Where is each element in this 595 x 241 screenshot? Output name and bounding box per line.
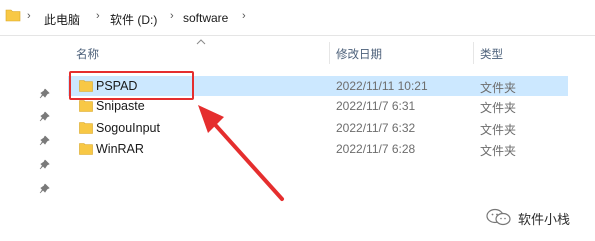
file-row-sogouinput[interactable]: SogouInput 2022/11/7 6:32 文件夹 — [68, 118, 568, 138]
folder-icon — [79, 100, 93, 112]
file-date: 2022/11/7 6:31 — [336, 99, 416, 113]
file-date: 2022/11/7 6:28 — [336, 142, 416, 156]
column-header-type[interactable]: 类型 — [480, 46, 503, 62]
pin-icon[interactable] — [38, 183, 52, 197]
file-name: WinRAR — [96, 142, 144, 156]
watermark-text: 软件小栈 — [518, 212, 571, 227]
chevron-right-icon[interactable]: › — [96, 10, 100, 22]
file-type: 文件夹 — [480, 123, 517, 137]
annotation-arrow — [198, 105, 284, 201]
address-bar[interactable]: › 此电脑 › 软件 (D:) › software › — [0, 0, 595, 36]
breadcrumb-item-software[interactable]: software — [183, 11, 228, 25]
column-divider[interactable] — [473, 42, 474, 64]
column-header-name[interactable]: 名称 — [76, 46, 99, 62]
folder-icon — [79, 143, 93, 155]
file-type: 文件夹 — [480, 81, 517, 95]
file-name: Snipaste — [96, 99, 145, 113]
wechat-icon — [486, 208, 511, 226]
folder-icon — [5, 9, 21, 22]
file-row-winrar[interactable]: WinRAR 2022/11/7 6:28 文件夹 — [68, 139, 568, 159]
chevron-right-icon[interactable]: › — [170, 10, 174, 22]
pin-icon[interactable] — [38, 111, 52, 125]
column-divider[interactable] — [329, 42, 330, 64]
breadcrumb-item-this-pc[interactable]: 此电脑 — [44, 11, 80, 28]
file-date: 2022/11/7 6:32 — [336, 121, 416, 135]
column-header-date[interactable]: 修改日期 — [336, 46, 382, 62]
breadcrumb-item-drive[interactable]: 软件 (D:) — [110, 11, 157, 28]
file-type: 文件夹 — [480, 144, 517, 158]
file-name: SogouInput — [96, 121, 160, 135]
pin-icon[interactable] — [38, 88, 52, 102]
sort-up-icon — [196, 39, 206, 45]
pin-icon[interactable] — [38, 159, 52, 173]
pin-icon[interactable] — [38, 135, 52, 149]
file-date: 2022/11/11 10:21 — [336, 79, 428, 93]
highlight-box — [69, 71, 194, 100]
chevron-right-icon[interactable]: › — [242, 10, 246, 22]
chevron-right-icon[interactable]: › — [27, 10, 31, 22]
folder-icon — [79, 122, 93, 134]
watermark: 软件小栈 — [486, 206, 595, 228]
file-type: 文件夹 — [480, 101, 517, 115]
